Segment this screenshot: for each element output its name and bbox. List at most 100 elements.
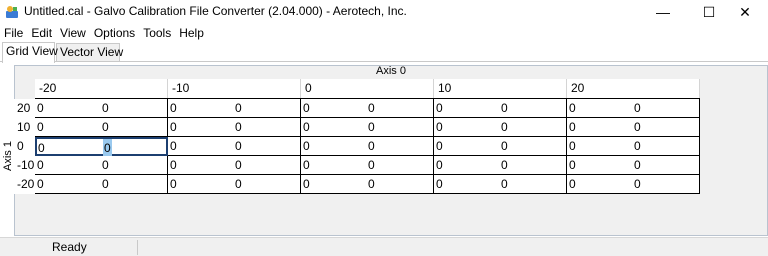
tab-vector-view[interactable]: Vector View (56, 43, 123, 62)
cell-value-axis0[interactable]: 0 (170, 118, 177, 136)
cell-value-axis1[interactable]: 0 (368, 118, 375, 136)
grid-cell[interactable]: 00 (434, 99, 567, 118)
grid-cell[interactable]: 00 (567, 99, 700, 118)
minimize-button[interactable]: — (640, 0, 686, 24)
column-header[interactable]: -20 (35, 79, 168, 98)
cell-value-axis1[interactable]: 0 (102, 118, 109, 136)
cell-value-axis0[interactable]: 0 (569, 99, 576, 117)
grid-cell[interactable]: 00 (434, 118, 567, 137)
cell-value-axis0[interactable]: 0 (170, 99, 177, 117)
tab-grid-view[interactable]: Grid View (2, 42, 58, 63)
cell-value-axis1[interactable]: 0 (235, 118, 242, 136)
grid-cell[interactable]: 00 (168, 156, 301, 175)
cell-value-axis1[interactable]: 0 (634, 137, 641, 155)
cell-value-axis0[interactable]: 0 (436, 137, 443, 155)
grid-cell[interactable]: 00 (35, 156, 168, 175)
cell-value-axis1[interactable]: 0 (368, 137, 375, 155)
cell-value-axis1[interactable]: 0 (103, 139, 112, 157)
grid-cell[interactable]: 00 (35, 137, 168, 157)
close-button[interactable]: ✕ (722, 0, 768, 24)
cell-value-axis0[interactable]: 0 (38, 139, 45, 157)
cell-value-axis0[interactable]: 0 (436, 118, 443, 136)
axis0-label: Axis 0 (376, 65, 406, 77)
cell-value-axis0[interactable]: 0 (303, 137, 310, 155)
row-header[interactable]: -20 (14, 175, 35, 194)
cell-value-axis0[interactable]: 0 (37, 156, 44, 174)
grid-cell[interactable]: 00 (567, 175, 700, 194)
cell-value-axis1[interactable]: 0 (235, 99, 242, 117)
cell-value-axis1[interactable]: 0 (102, 156, 109, 174)
cell-value-axis0[interactable]: 0 (37, 99, 44, 117)
cell-value-axis1[interactable]: 0 (368, 99, 375, 117)
cell-value-axis1[interactable]: 0 (102, 175, 109, 193)
row-header[interactable]: 20 (14, 99, 35, 118)
cell-value-axis0[interactable]: 0 (436, 175, 443, 193)
cell-value-axis1[interactable]: 0 (235, 175, 242, 193)
column-header[interactable]: 20 (567, 79, 700, 98)
menu-help[interactable]: Help (175, 24, 208, 42)
table-row: 0000000000 (35, 99, 700, 118)
menu-view[interactable]: View (56, 24, 90, 42)
cell-value-axis1[interactable]: 0 (501, 118, 508, 136)
cell-value-axis0[interactable]: 0 (569, 137, 576, 155)
cell-value-axis0[interactable]: 0 (37, 175, 44, 193)
grid-cell[interactable]: 00 (168, 118, 301, 137)
cell-value-axis0[interactable]: 0 (303, 156, 310, 174)
cell-value-axis1[interactable]: 0 (102, 99, 109, 117)
grid-cell[interactable]: 00 (35, 118, 168, 137)
cell-value-axis0[interactable]: 0 (170, 137, 177, 155)
cell-value-axis1[interactable]: 0 (368, 156, 375, 174)
grid-cell[interactable]: 00 (567, 137, 700, 156)
menu-file[interactable]: File (0, 24, 27, 42)
cell-value-axis0[interactable]: 0 (303, 99, 310, 117)
column-header[interactable]: -10 (168, 79, 301, 98)
grid-cell[interactable]: 00 (168, 175, 301, 194)
menu-edit[interactable]: Edit (27, 24, 56, 42)
grid-cell[interactable]: 00 (35, 99, 168, 118)
cell-value-axis0[interactable]: 0 (569, 175, 576, 193)
row-header[interactable]: -10 (14, 156, 35, 175)
cell-value-axis1[interactable]: 0 (501, 175, 508, 193)
cell-value-axis1[interactable]: 0 (634, 99, 641, 117)
grid-cell[interactable]: 00 (567, 156, 700, 175)
cell-value-axis1[interactable]: 0 (501, 137, 508, 155)
maximize-icon: ☐ (702, 3, 716, 20)
grid-cell[interactable]: 00 (567, 118, 700, 137)
menu-bar: File Edit View Options Tools Help (0, 24, 768, 42)
grid-cell[interactable]: 00 (35, 175, 168, 194)
cell-value-axis0[interactable]: 0 (303, 175, 310, 193)
grid-cell[interactable]: 00 (434, 175, 567, 194)
menu-options[interactable]: Options (90, 24, 139, 42)
grid-cell[interactable]: 00 (301, 99, 434, 118)
cell-value-axis0[interactable]: 0 (436, 156, 443, 174)
cell-value-axis1[interactable]: 0 (634, 118, 641, 136)
grid-cell[interactable]: 00 (168, 137, 301, 156)
column-header[interactable]: 10 (434, 79, 567, 98)
grid-cell[interactable]: 00 (434, 137, 567, 156)
cell-value-axis0[interactable]: 0 (569, 156, 576, 174)
grid-cell[interactable]: 00 (301, 118, 434, 137)
cell-value-axis1[interactable]: 0 (368, 175, 375, 193)
cell-value-axis1[interactable]: 0 (235, 156, 242, 174)
grid-cell[interactable]: 00 (301, 175, 434, 194)
menu-tools[interactable]: Tools (139, 24, 175, 42)
cell-value-axis0[interactable]: 0 (303, 118, 310, 136)
grid-cell[interactable]: 00 (434, 156, 567, 175)
cell-value-axis1[interactable]: 0 (634, 175, 641, 193)
column-header[interactable]: 0 (301, 79, 434, 98)
grid-cell[interactable]: 00 (168, 99, 301, 118)
row-header[interactable]: 10 (14, 118, 35, 137)
cell-value-axis0[interactable]: 0 (170, 156, 177, 174)
cell-value-axis0[interactable]: 0 (569, 118, 576, 136)
grid-cell[interactable]: 00 (301, 137, 434, 156)
grid-cell[interactable]: 00 (301, 156, 434, 175)
cell-value-axis0[interactable]: 0 (37, 118, 44, 136)
cell-value-axis1[interactable]: 0 (501, 99, 508, 117)
cell-value-axis1[interactable]: 0 (501, 156, 508, 174)
axis1-label: Axis 1 (1, 141, 14, 171)
cell-value-axis0[interactable]: 0 (436, 99, 443, 117)
row-header[interactable]: 0 (14, 137, 35, 156)
cell-value-axis1[interactable]: 0 (634, 156, 641, 174)
cell-value-axis0[interactable]: 0 (170, 175, 177, 193)
cell-value-axis1[interactable]: 0 (235, 137, 242, 155)
